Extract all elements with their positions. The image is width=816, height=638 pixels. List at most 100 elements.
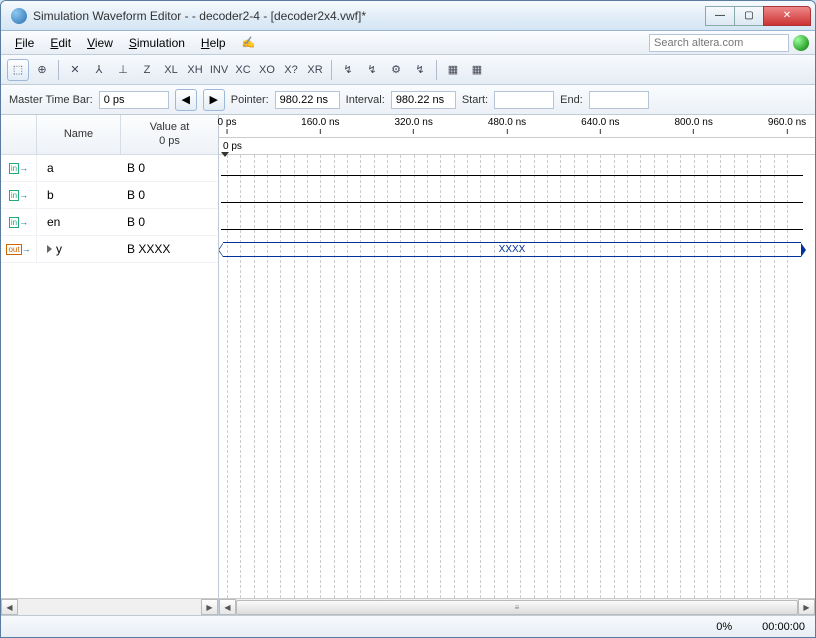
wave-scroll-right-icon[interactable]: ▶: [798, 599, 815, 615]
time-cursor-ruler[interactable]: 0 ps: [219, 138, 815, 155]
toolbar-button-11[interactable]: XO: [256, 59, 278, 81]
wave-bus-label: XXXX: [499, 244, 526, 255]
menu-view[interactable]: View: [79, 33, 121, 53]
signal-row[interactable]: out→yB XXXX: [1, 236, 218, 263]
menu-help[interactable]: Help: [193, 33, 234, 53]
ruler-tick: 480.0 ns: [488, 117, 526, 134]
titlebar: Simulation Waveform Editor - - decoder2-…: [1, 1, 815, 31]
signal-row[interactable]: in→bB 0: [1, 182, 218, 209]
ruler-tick: 800.0 ns: [674, 117, 712, 134]
master-time-label: Master Time Bar:: [9, 94, 93, 106]
toolbar-button-0[interactable]: ⬚: [7, 59, 29, 81]
window-title: Simulation Waveform Editor - - decoder2-…: [33, 9, 706, 23]
status-percent: 0%: [716, 621, 732, 633]
scroll-left-icon[interactable]: ◀: [1, 599, 18, 615]
wave-row[interactable]: [219, 182, 805, 209]
signal-dir-icon: in→: [1, 209, 37, 235]
signal-list-header: Name Value at 0 ps: [1, 115, 218, 155]
menu-file[interactable]: File: [7, 33, 42, 53]
signal-dir-icon: in→: [1, 155, 37, 181]
ruler-tick: 320.0 ns: [394, 117, 432, 134]
signal-name: y: [37, 242, 121, 256]
maximize-button[interactable]: ▢: [734, 6, 764, 26]
toolbar-button-1[interactable]: ⊕: [31, 59, 53, 81]
pointer-input[interactable]: [275, 91, 340, 109]
interval-input[interactable]: [391, 91, 456, 109]
wave-hscroll[interactable]: ◀ ≡ ▶: [219, 598, 815, 615]
signal-list-panel: Name Value at 0 ps in→aB 0in→bB 0in→enB …: [1, 115, 219, 615]
time-next-button[interactable]: ▶: [203, 89, 225, 111]
toolbar-button-16[interactable]: ↯: [361, 59, 383, 81]
toolbar-separator: [436, 60, 437, 80]
statusbar: 0% 00:00:00: [1, 615, 815, 637]
end-label: End:: [560, 94, 583, 106]
scroll-right-icon[interactable]: ▶: [201, 599, 218, 615]
close-button[interactable]: ✕: [763, 6, 811, 26]
signal-name: a: [37, 161, 121, 175]
expand-icon[interactable]: [47, 245, 52, 253]
app-icon: [11, 8, 27, 24]
toolbar-button-8[interactable]: XH: [184, 59, 206, 81]
menubar: File Edit View Simulation Help ✍: [1, 31, 815, 55]
toolbar-button-18[interactable]: ↯: [409, 59, 431, 81]
timebar: Master Time Bar: ◀ ▶ Pointer: Interval: …: [1, 85, 815, 115]
toolbar-button-17[interactable]: ⚙: [385, 59, 407, 81]
wave-row[interactable]: XXXX: [219, 236, 805, 263]
toolbar-button-4[interactable]: ⅄: [88, 59, 110, 81]
start-input[interactable]: [494, 91, 554, 109]
menu-edit[interactable]: Edit: [42, 33, 79, 53]
window-buttons: — ▢ ✕: [706, 6, 811, 26]
toolbar-button-15[interactable]: ↯: [337, 59, 359, 81]
col-name[interactable]: Name: [37, 115, 121, 154]
toolbar-button-6[interactable]: Z: [136, 59, 158, 81]
toolbar-button-9[interactable]: INV: [208, 59, 230, 81]
pointer-label: Pointer:: [231, 94, 269, 106]
col-dir: [1, 115, 37, 154]
toolbar-button-3[interactable]: ✕: [64, 59, 86, 81]
wave-row[interactable]: [219, 155, 805, 182]
wave-scroll-left-icon[interactable]: ◀: [219, 599, 236, 615]
minimize-button[interactable]: —: [705, 6, 735, 26]
wave-low-line: [221, 202, 803, 203]
search-input[interactable]: [649, 34, 789, 52]
toolbar: ⬚⊕✕⅄⊥ZXLXHINVXCXOX?XR↯↯⚙↯▦▦: [1, 55, 815, 85]
waveform-panel: 0 ps 160.0 ns 320.0 ns 480.0 ns 640.0 ns 800.…: [219, 115, 815, 615]
master-time-input[interactable]: [99, 91, 169, 109]
signal-row[interactable]: in→enB 0: [1, 209, 218, 236]
signal-value: B 0: [121, 215, 218, 229]
main-panel: Name Value at 0 ps in→aB 0in→bB 0in→enB …: [1, 115, 815, 615]
wave-low-line: [221, 175, 803, 176]
ruler-tick: 0 ps: [218, 117, 237, 134]
time-prev-button[interactable]: ◀: [175, 89, 197, 111]
toolbar-button-20[interactable]: ▦: [442, 59, 464, 81]
start-label: Start:: [462, 94, 488, 106]
signal-dir-icon: in→: [1, 182, 37, 208]
signal-value: B 0: [121, 188, 218, 202]
toolbar-button-13[interactable]: XR: [304, 59, 326, 81]
signal-value: B XXXX: [121, 242, 218, 256]
toolbar-button-21[interactable]: ▦: [466, 59, 488, 81]
toolbar-button-7[interactable]: XL: [160, 59, 182, 81]
col-value[interactable]: Value at 0 ps: [121, 115, 218, 154]
globe-icon[interactable]: [793, 35, 809, 51]
toolbar-separator: [58, 60, 59, 80]
menu-simulation[interactable]: Simulation: [121, 33, 193, 53]
toolbar-button-12[interactable]: X?: [280, 59, 302, 81]
signal-list-body: in→aB 0in→bB 0in→enB 0out→yB XXXX: [1, 155, 218, 598]
waveform-area[interactable]: XXXX: [219, 155, 815, 598]
toolbar-button-5[interactable]: ⊥: [112, 59, 134, 81]
toolbar-button-10[interactable]: XC: [232, 59, 254, 81]
signal-name: en: [37, 215, 121, 229]
end-input[interactable]: [589, 91, 649, 109]
help-bubble-icon[interactable]: ✍: [238, 32, 260, 54]
signal-row[interactable]: in→aB 0: [1, 155, 218, 182]
left-hscroll[interactable]: ◀ ▶: [1, 598, 218, 615]
time-ruler[interactable]: 0 ps 160.0 ns 320.0 ns 480.0 ns 640.0 ns 800.…: [219, 115, 815, 138]
ruler-tick: 960.0 ns: [768, 117, 806, 134]
wave-scroll-track[interactable]: ≡: [236, 600, 798, 615]
wave-row[interactable]: [219, 209, 805, 236]
ruler-tick: 640.0 ns: [581, 117, 619, 134]
wave-bus: XXXX: [223, 242, 801, 257]
ruler-tick: 160.0 ns: [301, 117, 339, 134]
wave-scroll-thumb[interactable]: ≡: [236, 600, 798, 615]
